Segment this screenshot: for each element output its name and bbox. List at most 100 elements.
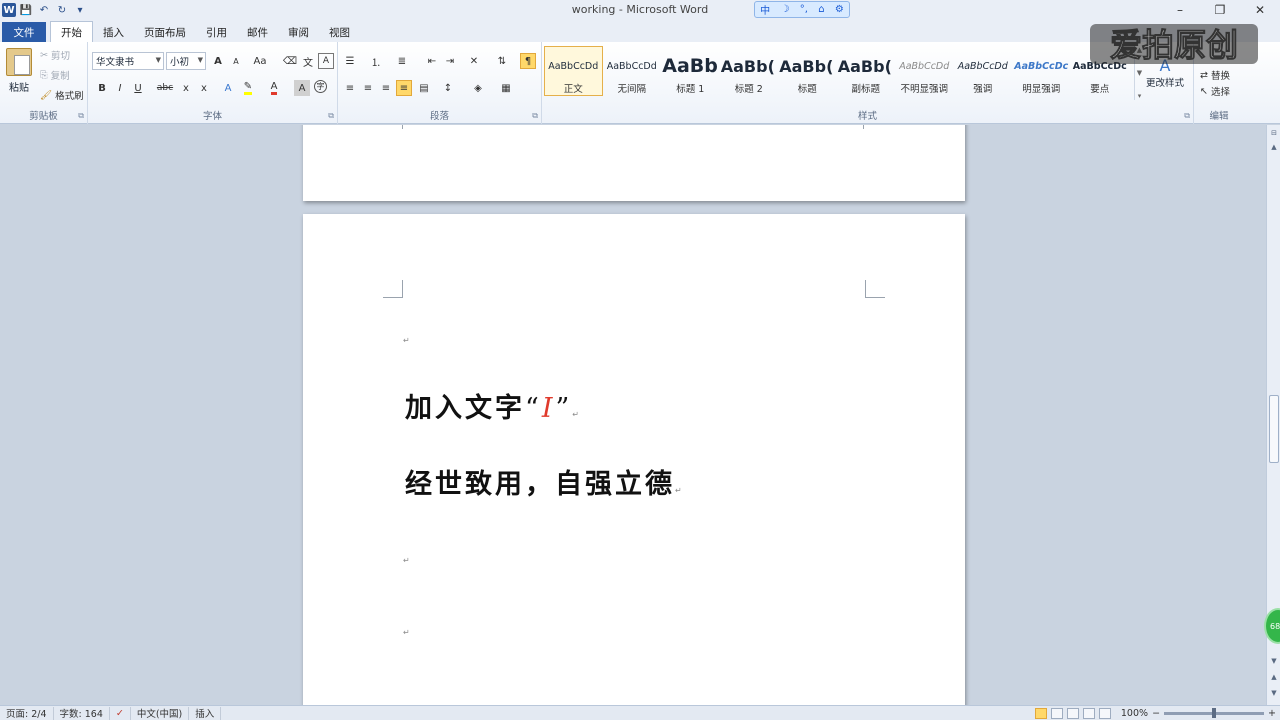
sort-icon[interactable]: ⇅ xyxy=(494,53,510,69)
strikethrough-icon[interactable]: abc xyxy=(154,80,176,96)
minimize-button[interactable]: – xyxy=(1160,0,1200,20)
scroll-up-icon[interactable]: ▲ xyxy=(1268,141,1280,153)
scroll-down-icon[interactable]: ▼ xyxy=(1268,655,1280,667)
save-icon[interactable]: 💾 xyxy=(18,2,34,18)
superscript-icon[interactable]: x xyxy=(196,80,212,96)
close-button[interactable]: ✕ xyxy=(1240,0,1280,20)
show-marks-icon[interactable]: ¶ xyxy=(520,53,536,69)
ime-item[interactable]: °, xyxy=(800,4,808,15)
tab-view[interactable]: 视图 xyxy=(319,22,360,42)
change-case-icon[interactable]: Aa xyxy=(250,53,270,69)
next-page-icon[interactable]: ▼ xyxy=(1268,687,1280,699)
customize-qat-icon[interactable]: ▾ xyxy=(72,2,88,18)
copy-button[interactable]: ⎘ 复制 xyxy=(40,68,70,83)
zoom-out-icon[interactable]: − xyxy=(1152,708,1160,719)
ruler-toggle-icon[interactable]: ⊟ xyxy=(1268,127,1280,139)
align-left-icon[interactable]: ≡ xyxy=(342,80,358,96)
chinese-layout-icon[interactable]: ✕ xyxy=(466,53,482,69)
cut-button[interactable]: ✂ 剪切 xyxy=(40,48,70,63)
align-center-icon[interactable]: ≡ xyxy=(360,80,376,96)
decrease-indent-icon[interactable]: ⇤ xyxy=(424,53,440,69)
proofing-icon[interactable]: ✓ xyxy=(110,706,131,720)
prev-page-icon[interactable]: ▲ xyxy=(1268,671,1280,683)
current-page[interactable]: ↵ 加入文字“I”↵ 经世致用，自强立德↵ ↵ ↵ xyxy=(303,214,965,705)
paragraph-launcher-icon[interactable]: ⧉ xyxy=(532,111,538,121)
style-subtle-emphasis[interactable]: AaBbCcDd 不明显强调 xyxy=(895,46,954,96)
bold-icon[interactable]: B xyxy=(94,80,110,96)
subscript-icon[interactable]: x xyxy=(178,80,194,96)
previous-page[interactable] xyxy=(303,125,965,201)
full-screen-view-icon[interactable] xyxy=(1050,708,1063,719)
underline-icon[interactable]: U xyxy=(130,80,146,96)
font-size-combo[interactable]: 小初 ▼ xyxy=(166,52,206,70)
ime-item[interactable]: ⚙ xyxy=(835,4,844,15)
bullets-icon[interactable]: ☰ xyxy=(342,53,358,69)
status-page[interactable]: 页面: 2/4 xyxy=(0,706,54,720)
clipboard-launcher-icon[interactable]: ⧉ xyxy=(78,111,84,121)
align-right-icon[interactable]: ≡ xyxy=(378,80,394,96)
enclose-char-icon[interactable]: 字 xyxy=(314,80,327,93)
ime-lang[interactable]: 中 xyxy=(760,2,770,17)
replace-button[interactable]: ⇄ 替换 xyxy=(1200,68,1230,83)
document-line-2[interactable]: 经世致用，自强立德↵ xyxy=(405,462,682,501)
italic-icon[interactable]: I xyxy=(112,80,128,96)
char-border-icon[interactable]: A xyxy=(318,53,334,69)
redo-icon[interactable]: ↻ xyxy=(54,2,70,18)
tab-insert[interactable]: 插入 xyxy=(93,22,134,42)
tab-mailings[interactable]: 邮件 xyxy=(237,22,278,42)
font-launcher-icon[interactable]: ⧉ xyxy=(328,111,334,121)
ime-item[interactable]: ☽ xyxy=(780,4,789,15)
more-icon[interactable]: ▾ xyxy=(1138,92,1142,100)
justify-icon[interactable]: ≡ xyxy=(396,80,412,96)
tab-page-layout[interactable]: 页面布局 xyxy=(134,22,196,42)
multilevel-list-icon[interactable]: ≣ xyxy=(394,53,410,69)
web-layout-view-icon[interactable] xyxy=(1066,708,1079,719)
zoom-value[interactable]: 100% xyxy=(1121,708,1148,719)
zoom-slider[interactable] xyxy=(1164,708,1265,718)
tab-home[interactable]: 开始 xyxy=(50,21,93,42)
line-spacing-icon[interactable]: ↕ xyxy=(440,80,456,96)
style-heading-2[interactable]: AaBb( 标题 2 xyxy=(720,46,779,96)
style-normal[interactable]: AaBbCcDd 正文 xyxy=(544,46,603,96)
numbering-icon[interactable]: ⒈ xyxy=(368,53,384,69)
tab-file[interactable]: 文件 xyxy=(2,22,46,42)
restore-button[interactable]: ❐ xyxy=(1200,0,1240,20)
scrollbar-thumb[interactable] xyxy=(1269,395,1279,463)
font-name-combo[interactable]: 华文隶书 ▼ xyxy=(92,52,164,70)
draft-view-icon[interactable] xyxy=(1098,708,1111,719)
tab-review[interactable]: 审阅 xyxy=(278,22,319,42)
outline-view-icon[interactable] xyxy=(1082,708,1095,719)
increase-indent-icon[interactable]: ⇥ xyxy=(442,53,458,69)
paste-button[interactable]: 粘贴 xyxy=(6,48,32,94)
styles-launcher-icon[interactable]: ⧉ xyxy=(1184,111,1190,121)
phonetic-guide-icon[interactable]: 文 xyxy=(300,53,316,69)
font-color-icon[interactable]: A xyxy=(266,80,282,96)
char-shading-icon[interactable]: A xyxy=(294,80,310,96)
clear-format-icon[interactable]: ⌫ xyxy=(282,53,298,69)
status-language[interactable]: 中文(中国) xyxy=(131,706,190,720)
ime-item[interactable]: ⌂ xyxy=(818,4,824,15)
style-heading-1[interactable]: AaBb 标题 1 xyxy=(661,46,720,96)
borders-icon[interactable]: ▦ xyxy=(498,80,514,96)
text-effects-icon[interactable]: A xyxy=(220,80,236,96)
zoom-in-icon[interactable]: + xyxy=(1268,708,1276,719)
distribute-icon[interactable]: ▤ xyxy=(416,80,432,96)
print-layout-view-icon[interactable] xyxy=(1034,708,1047,719)
style-emphasis[interactable]: AaBbCcDd 强调 xyxy=(954,46,1013,96)
ime-toolbar[interactable]: 中 ☽ °, ⌂ ⚙ xyxy=(754,1,850,18)
status-mode[interactable]: 插入 xyxy=(189,706,222,720)
style-intense-emphasis[interactable]: AaBbCcDc 明显强调 xyxy=(1012,46,1071,96)
document-area[interactable]: ↵ 加入文字“I”↵ 经世致用，自强立德↵ ↵ ↵ xyxy=(0,125,1266,705)
shading-icon[interactable]: ◈ xyxy=(470,80,486,96)
style-subtitle[interactable]: AaBb( 副标题 xyxy=(837,46,896,96)
shrink-font-icon[interactable]: A xyxy=(228,53,244,69)
word-logo-icon[interactable]: W xyxy=(2,3,16,17)
status-words[interactable]: 字数: 164 xyxy=(54,706,110,720)
style-title[interactable]: AaBb( 标题 xyxy=(778,46,837,96)
format-painter-button[interactable]: 🖌 格式刷 xyxy=(40,88,84,103)
undo-icon[interactable]: ↶ xyxy=(36,2,52,18)
style-no-spacing[interactable]: AaBbCcDd 无间隔 xyxy=(603,46,662,96)
document-line-1[interactable]: 加入文字“I”↵ xyxy=(405,386,579,425)
tab-references[interactable]: 引用 xyxy=(196,22,237,42)
grow-font-icon[interactable]: A xyxy=(210,53,226,69)
